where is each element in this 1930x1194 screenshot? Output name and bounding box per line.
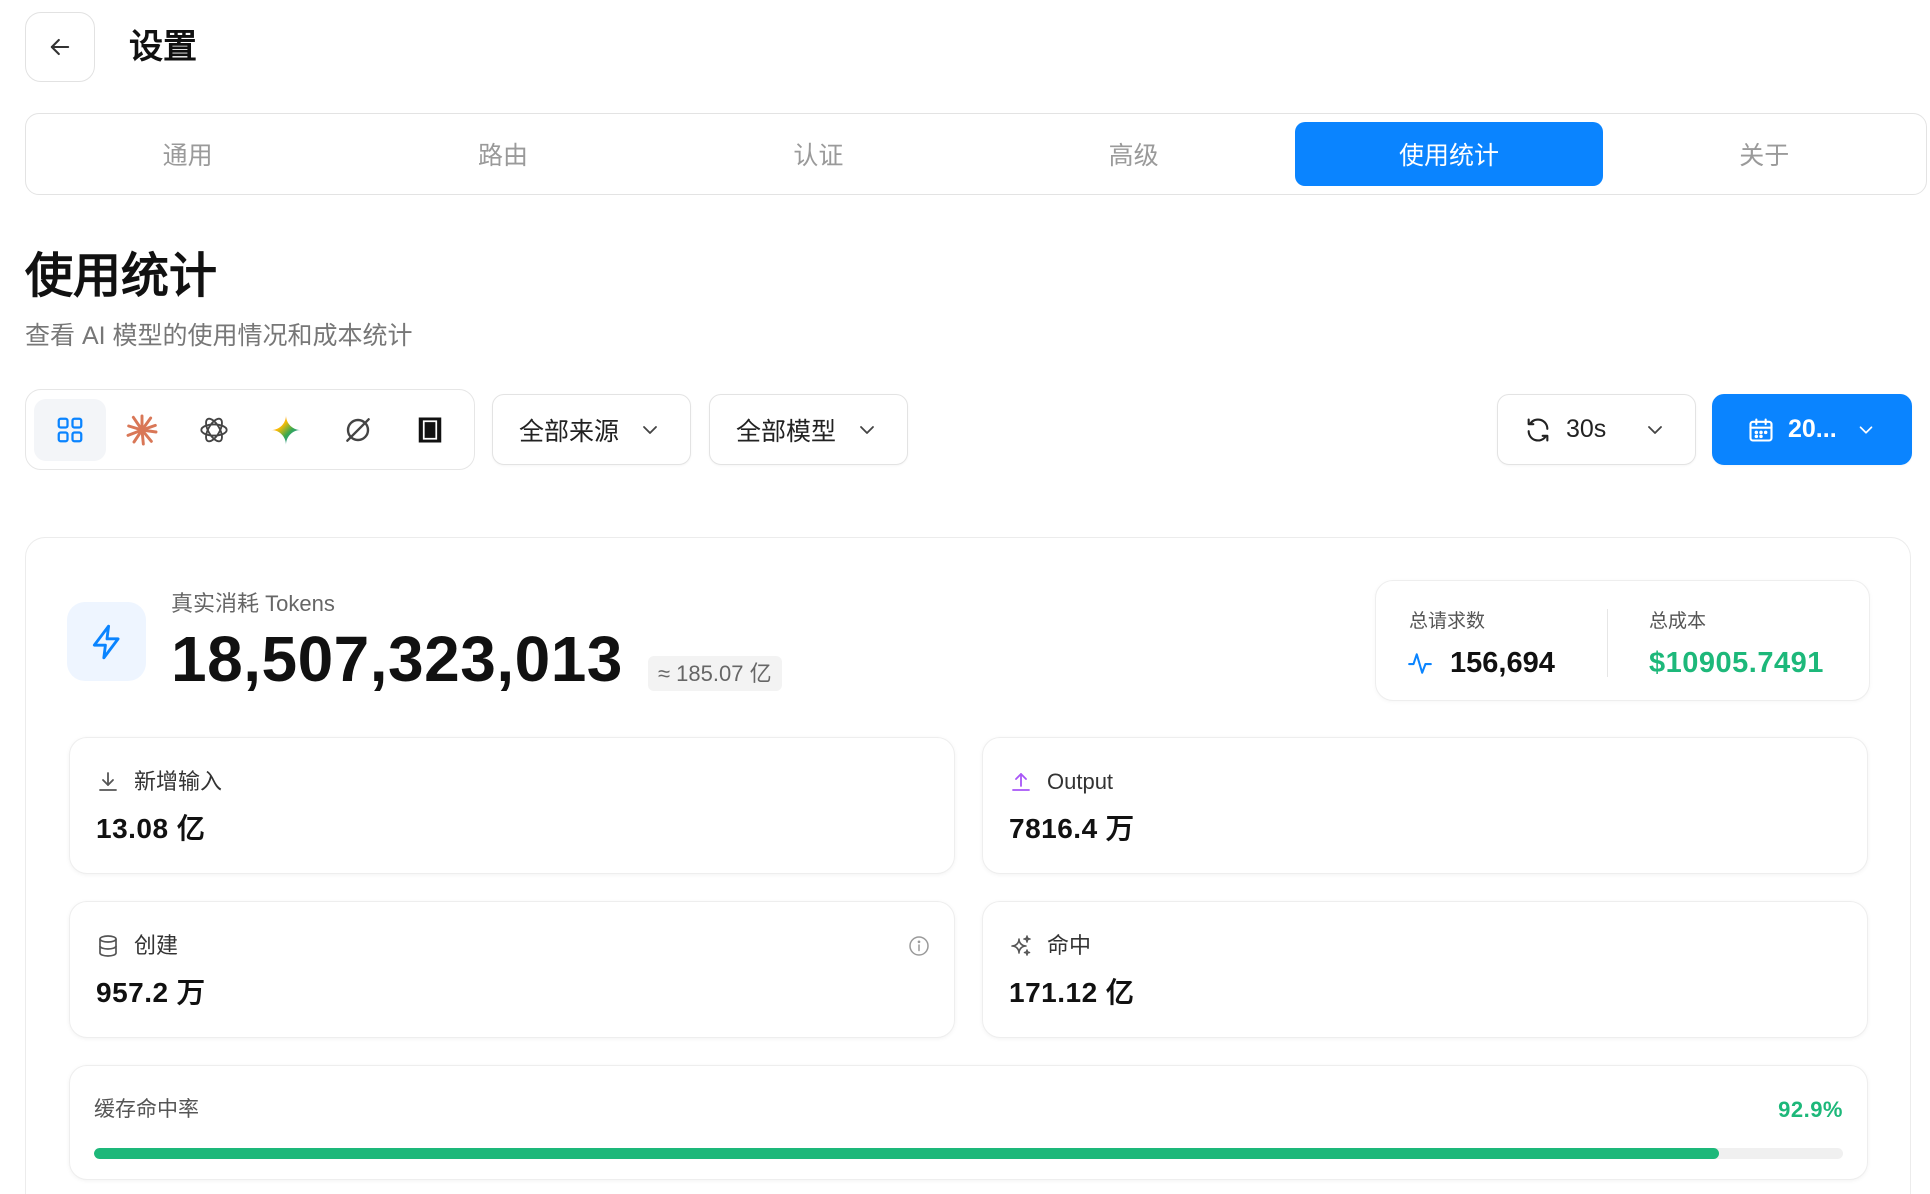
grid-icon — [55, 415, 85, 445]
summary-divider — [1607, 609, 1608, 677]
anthropic-icon — [126, 414, 158, 446]
tokens-total: 18,507,323,013 — [171, 623, 623, 695]
chevron-down-icon — [1643, 418, 1667, 442]
back-button[interactable] — [25, 12, 95, 82]
output-tokens-label: Output — [1047, 769, 1114, 794]
summary-box: 总请求数 156,694 总成本 $10905.7491 — [1375, 580, 1870, 701]
cache-hit-rate-value: 92.9% — [1778, 1097, 1843, 1122]
cost-value: $10905.7491 — [1649, 647, 1824, 679]
refresh-icon — [1524, 416, 1552, 444]
gemini-icon — [270, 414, 302, 446]
arrow-left-icon — [46, 33, 74, 61]
date-range-button[interactable]: 20... — [1712, 394, 1912, 465]
cache-create-card: 创建 957.2 万 — [69, 901, 955, 1038]
tab-routing[interactable]: 路由 — [349, 122, 656, 186]
output-tokens-value: 7816.4 万 — [1009, 813, 1135, 844]
cache-create-value: 957.2 万 — [96, 977, 206, 1008]
square-frame-icon — [415, 415, 445, 445]
date-range-value: 20... — [1788, 415, 1837, 443]
download-icon — [96, 770, 120, 794]
refresh-interval-value: 30s — [1566, 415, 1607, 443]
cache-hit-card: 命中 171.12 亿 — [982, 901, 1868, 1038]
source-filter-gemini[interactable] — [250, 399, 322, 461]
source-filter-openai[interactable] — [178, 399, 250, 461]
source-filter-square[interactable] — [394, 399, 466, 461]
source-select-value: 全部来源 — [519, 417, 620, 446]
ring-slash-icon — [342, 414, 374, 446]
usage-stats-card: 真实消耗 Tokens 18,507,323,013 ≈ 185.07 亿 总请… — [25, 537, 1911, 1194]
cache-hit-rate-label: 缓存命中率 — [94, 1098, 199, 1121]
tab-general[interactable]: 通用 — [34, 122, 341, 186]
cache-hit-rate-fill — [94, 1148, 1719, 1159]
model-select-value: 全部模型 — [736, 417, 837, 446]
tokens-icon-box — [67, 602, 146, 681]
source-filter-anthropic[interactable] — [106, 399, 178, 461]
tokens-label: 真实消耗 Tokens — [171, 591, 335, 616]
chevron-down-icon — [638, 418, 662, 442]
tab-auth[interactable]: 认证 — [665, 122, 972, 186]
cache-hit-rate-bar — [94, 1148, 1843, 1159]
requests-label: 总请求数 — [1409, 611, 1486, 632]
database-icon — [96, 934, 120, 958]
bolt-icon — [88, 623, 126, 661]
source-filter-ring[interactable] — [322, 399, 394, 461]
cost-label: 总成本 — [1649, 611, 1707, 632]
openai-icon — [198, 414, 230, 446]
calendar-icon — [1747, 416, 1775, 444]
requests-value: 156,694 — [1450, 647, 1555, 679]
source-filter-all[interactable] — [34, 398, 106, 461]
settings-tabs: 通用 路由 认证 高级 使用统计 关于 — [25, 113, 1927, 195]
refresh-interval-select[interactable]: 30s — [1497, 394, 1696, 465]
input-tokens-card: 新增输入 13.08 亿 — [69, 737, 955, 874]
pulse-icon — [1407, 650, 1433, 676]
tokens-approx-badge: ≈ 185.07 亿 — [648, 656, 782, 691]
page-title: 使用统计 — [25, 250, 218, 303]
page-subtitle: 查看 AI 模型的使用情况和成本统计 — [25, 322, 413, 350]
info-icon[interactable] — [907, 934, 931, 958]
source-select[interactable]: 全部来源 — [492, 394, 691, 465]
input-tokens-label: 新增输入 — [134, 769, 223, 794]
output-tokens-card: Output 7816.4 万 — [982, 737, 1868, 874]
chevron-down-icon — [1855, 419, 1877, 441]
upload-icon — [1009, 770, 1033, 794]
input-tokens-value: 13.08 亿 — [96, 813, 206, 844]
chevron-down-icon — [855, 418, 879, 442]
tab-advanced[interactable]: 高级 — [980, 122, 1287, 186]
cache-hit-value: 171.12 亿 — [1009, 977, 1135, 1008]
cache-create-label: 创建 — [134, 933, 179, 958]
cache-hit-label: 命中 — [1047, 933, 1092, 958]
source-filter-group — [25, 389, 475, 470]
tab-usage-stats[interactable]: 使用统计 — [1295, 122, 1603, 186]
tab-about[interactable]: 关于 — [1611, 122, 1918, 186]
cache-hit-rate-card: 缓存命中率 92.9% — [69, 1065, 1868, 1180]
header-title: 设置 — [129, 28, 197, 66]
model-select[interactable]: 全部模型 — [709, 394, 908, 465]
sparkles-icon — [1009, 934, 1033, 958]
